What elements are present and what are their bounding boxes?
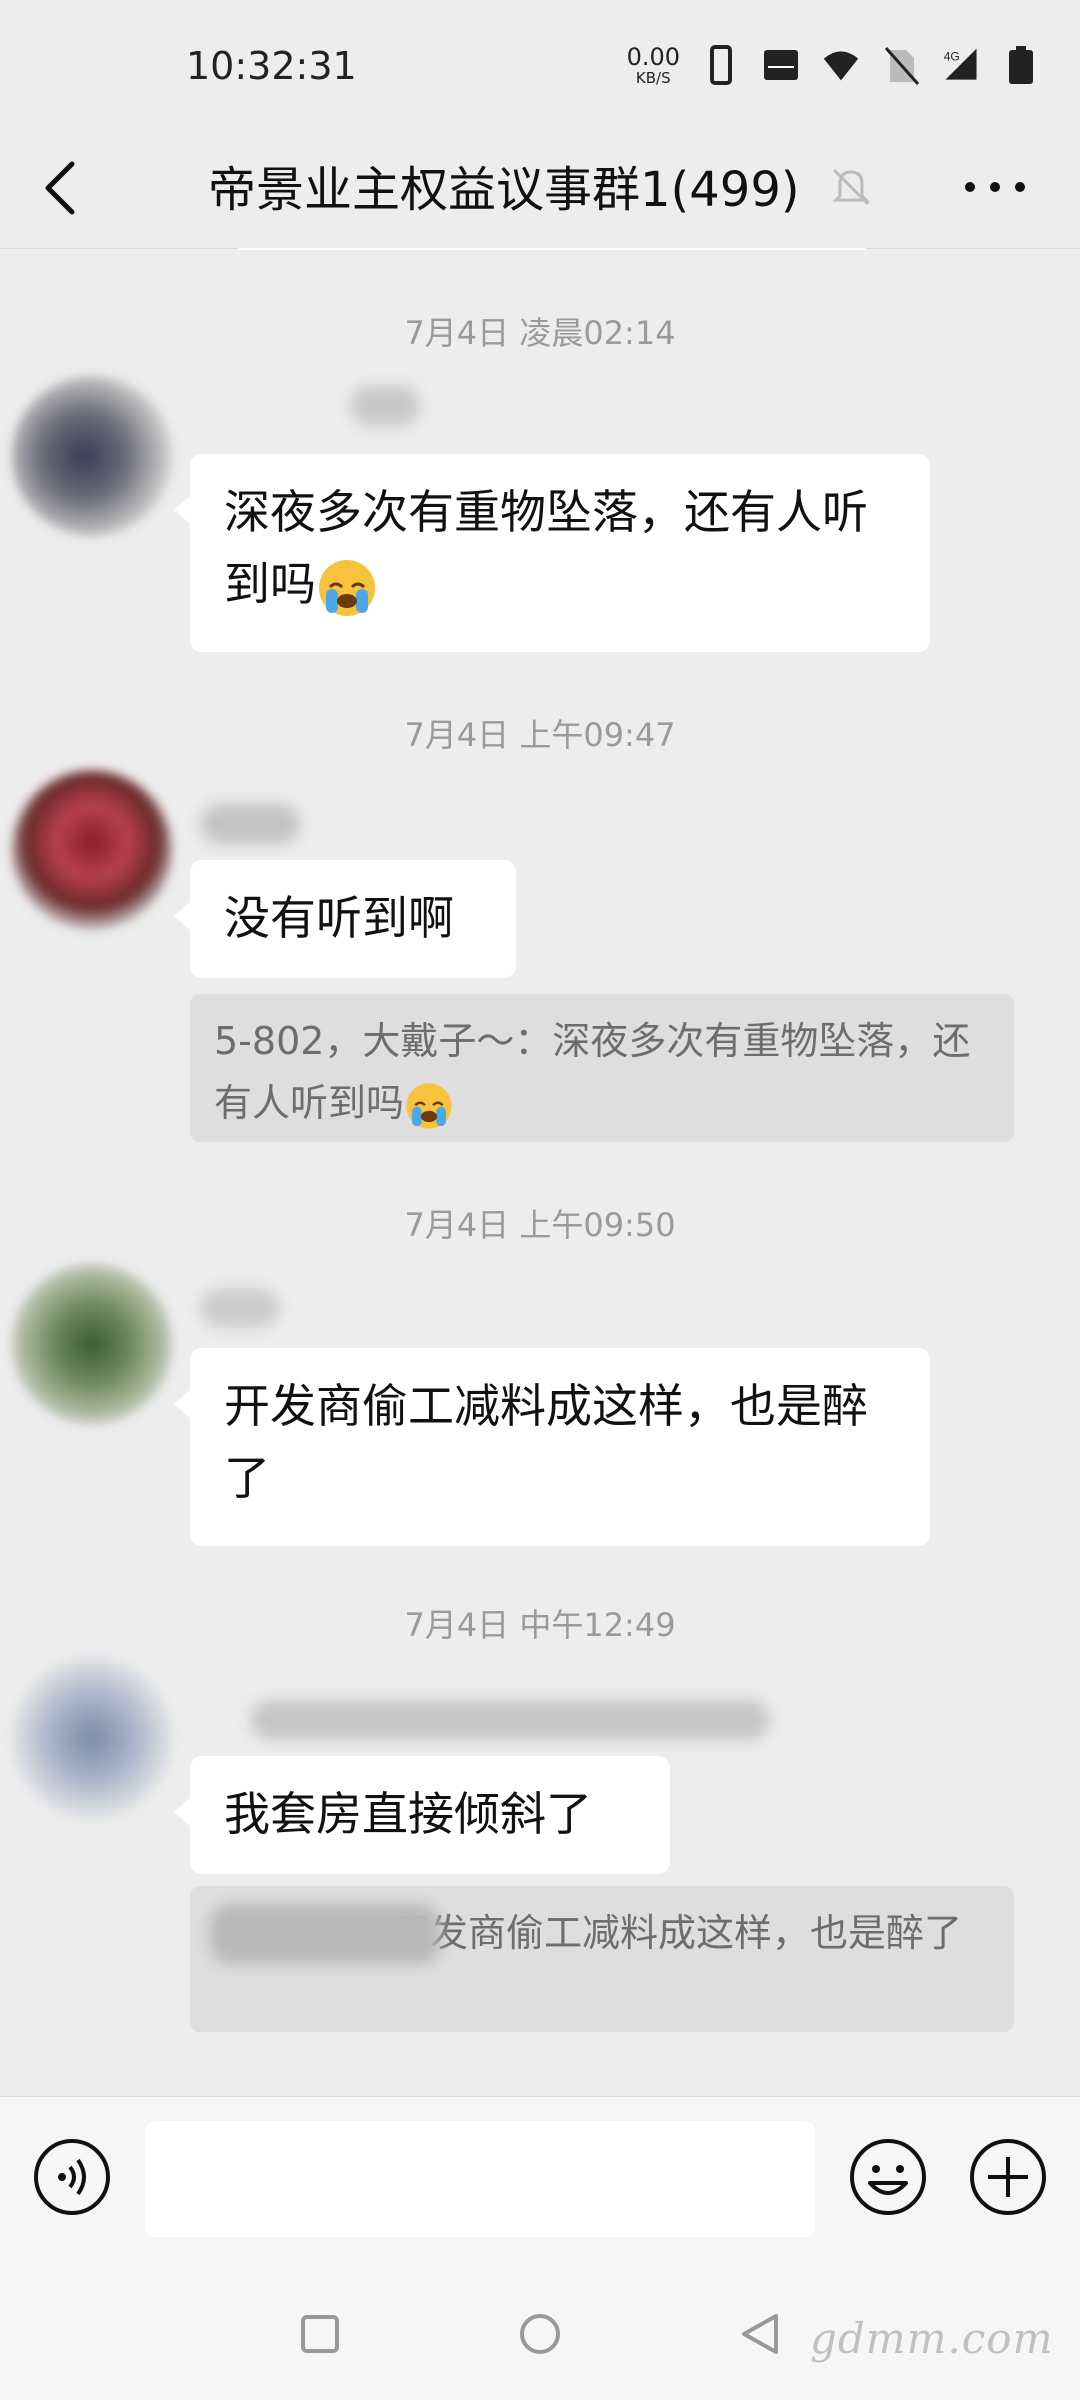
quoted-text: 5-802，大戴子～：深夜多次有重物坠落，还有人听到吗 — [214, 1019, 971, 1125]
nickname-blurred — [200, 804, 300, 844]
recent-apps-icon[interactable] — [300, 2314, 340, 2354]
plus-icon[interactable] — [968, 2137, 1048, 2217]
quoted-message[interactable]: 5-802，大戴子～：深夜多次有重物坠落，还有人听到吗 — [190, 994, 1014, 1142]
nickname-blurred — [200, 1288, 280, 1328]
message-bubble[interactable]: 没有听到啊 — [174, 860, 516, 978]
battery-icon — [1009, 46, 1033, 84]
chat-header: 帝景业主权益议事群1(499) — [0, 130, 1080, 249]
voice-icon[interactable] — [32, 2137, 112, 2217]
message-bubble[interactable]: 开发商偷工减料成这样，也是醉了 — [174, 1348, 930, 1546]
back-icon[interactable] — [30, 156, 90, 220]
avatar[interactable] — [12, 376, 172, 536]
system-nav-bar: gdmm.com — [0, 2262, 1080, 2400]
message-bubble[interactable]: 深夜多次有重物坠落，还有人听到吗 — [174, 454, 930, 652]
net-speed: 0.00 KB/S — [627, 45, 680, 86]
wifi-icon — [823, 51, 859, 81]
avatar[interactable] — [12, 1264, 172, 1424]
message-text: 开发商偷工减料成这样，也是醉了 — [224, 1379, 868, 1505]
more-icon[interactable] — [960, 162, 1030, 212]
volte-icon — [764, 50, 798, 80]
quoted-message[interactable]: 开发商偷工减料成这样，也是醉了 — [190, 1886, 1014, 2032]
header-divider — [238, 248, 866, 250]
phone-icon — [710, 45, 732, 85]
no-sim-icon — [884, 47, 920, 85]
timestamp: 7月4日 上午09:50 — [404, 1206, 676, 1244]
avatar[interactable] — [12, 770, 172, 930]
net-speed-value: 0.00 — [626, 42, 680, 71]
message-bubble[interactable]: 我套房直接倾斜了 — [174, 1756, 670, 1874]
loudly-crying-face-icon — [406, 1082, 452, 1129]
message-text: 我套房直接倾斜了 — [224, 1787, 592, 1841]
status-time: 10:32:31 — [186, 44, 357, 88]
loudly-crying-face-icon — [319, 559, 375, 616]
quote-author-blurred — [210, 1904, 440, 1964]
nickname-blurred — [250, 1700, 770, 1740]
chat-title: 帝景业主权益议事群1(499) — [208, 162, 800, 218]
message-input[interactable] — [145, 2121, 815, 2237]
network-label: 4G — [944, 50, 960, 64]
net-speed-unit: KB/S — [635, 68, 671, 87]
emoji-icon[interactable] — [848, 2137, 928, 2217]
back-triangle-icon[interactable] — [738, 2312, 782, 2356]
timestamp: 7月4日 凌晨02:14 — [404, 314, 676, 352]
home-icon[interactable] — [518, 2312, 562, 2356]
message-text: 没有听到啊 — [224, 891, 454, 945]
chat-area[interactable]: 7月4日 凌晨02:14 深夜多次有重物坠落，还有人听到吗 7月4日 上午09:… — [0, 248, 1080, 2096]
input-bar — [0, 2096, 1080, 2263]
mute-bell-icon — [832, 168, 870, 206]
avatar[interactable] — [12, 1658, 172, 1818]
timestamp: 7月4日 中午12:49 — [404, 1606, 676, 1644]
signal-icon: 4G — [944, 48, 977, 80]
status-bar: 10:32:31 0.00 KB/S 4G — [0, 0, 1080, 130]
timestamp: 7月4日 上午09:47 — [404, 716, 676, 754]
watermark: gdmm.com — [810, 2314, 1054, 2363]
nickname-blurred — [350, 386, 420, 426]
status-icons: 0.00 KB/S 4G — [627, 44, 1040, 86]
